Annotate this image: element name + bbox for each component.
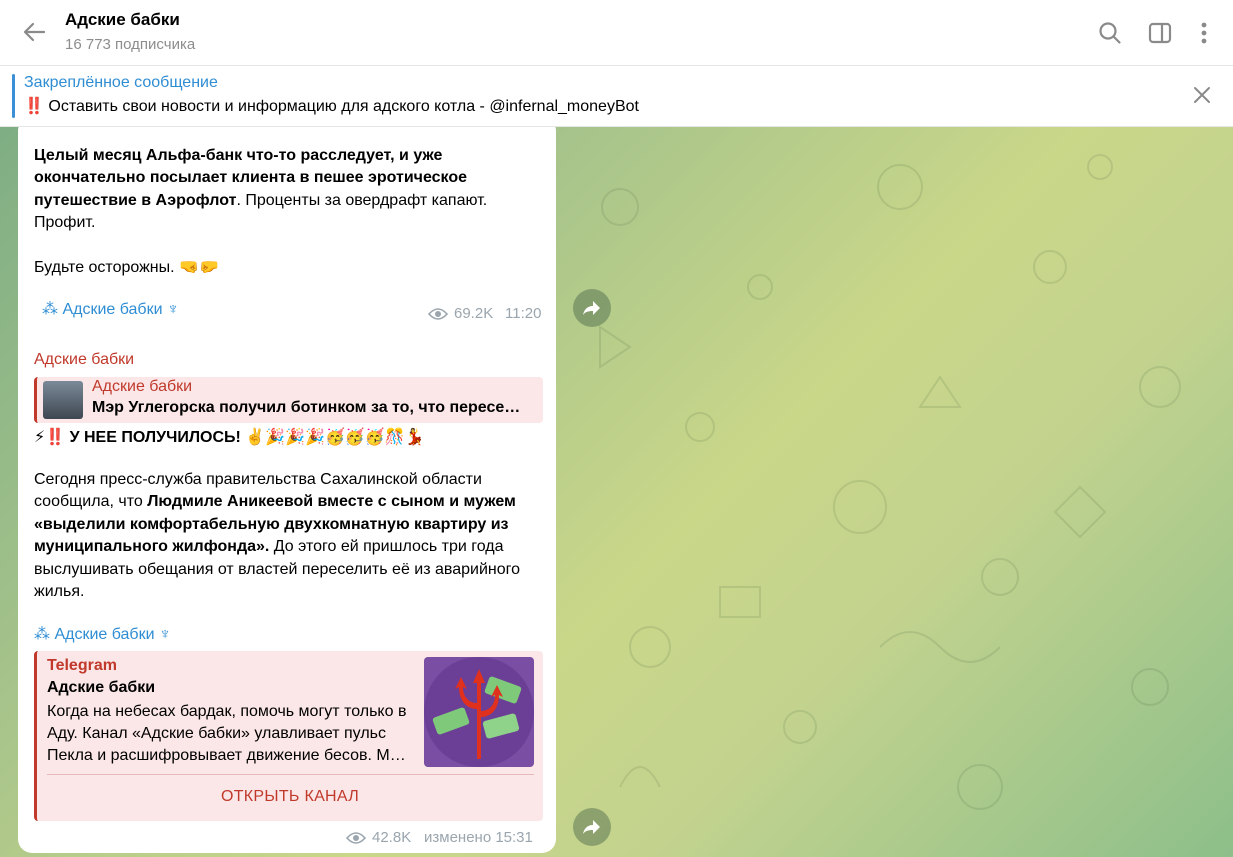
message-2-views: 42.8K <box>372 829 412 846</box>
message-2-headline: ⚡‼️ У НЕЕ ПОЛУЧИЛОСЬ! ✌️🎉🎉🎉🥳🥳🥳🎊💃 <box>34 429 425 446</box>
back-arrow-icon[interactable] <box>20 18 48 46</box>
reply-quote[interactable]: Адские бабки Мэр Углегорска получил боти… <box>34 377 543 423</box>
message-1-tail: Будьте осторожны. 🤜🤛 <box>34 259 219 277</box>
link-preview[interactable]: Telegram Адские бабки Когда на небесах б… <box>34 651 543 821</box>
message-1-views: 69.2K <box>454 305 494 322</box>
channel-title[interactable]: Адские бабки <box>65 10 180 30</box>
message-2-author[interactable]: Адские бабки <box>34 351 134 369</box>
message-2-time: изменено 15:31 <box>424 829 533 846</box>
reply-author: Адские бабки <box>92 378 193 395</box>
message-1-time: 11:20 <box>505 305 542 322</box>
chat-header: Адские бабки 16 773 подписчика <box>0 0 1233 66</box>
search-icon[interactable] <box>1097 20 1123 46</box>
reply-thumbnail <box>43 381 83 419</box>
preview-title: Адские бабки <box>47 679 156 696</box>
pinned-label: Закреплённое сообщение <box>24 74 218 91</box>
views-eye-icon <box>428 308 448 320</box>
pinned-message-bar[interactable]: Закреплённое сообщение ‼️ Оставить свои … <box>0 66 1233 127</box>
pinned-accent-line <box>12 74 15 118</box>
message-2-body: Сегодня пресс-служба правительства Сахал… <box>34 469 534 603</box>
message-1-text: Целый месяц Альфа-банк что-то расследует… <box>34 145 534 279</box>
forward-button-2[interactable] <box>573 808 611 846</box>
preview-description: Когда на небесах бардак, помочь могут то… <box>47 703 407 764</box>
message-1-signature[interactable]: ⁂ Адские бабки ♆ <box>42 299 179 319</box>
chat-background: Целый месяц Альфа-банк что-то расследует… <box>0 127 1233 857</box>
more-menu-icon[interactable] <box>1191 20 1217 46</box>
preview-site-name: Telegram <box>47 657 117 674</box>
close-icon[interactable] <box>1191 84 1213 106</box>
subscriber-count: 16 773 подписчика <box>65 36 196 53</box>
pinned-text: ‼️ Оставить свои новости и информацию дл… <box>24 98 639 115</box>
message-2-signature[interactable]: ⁂ Адские бабки ♆ <box>34 624 171 644</box>
preview-image[interactable] <box>424 657 534 767</box>
channel-logo-image <box>424 657 534 767</box>
views-eye-icon <box>346 832 366 844</box>
message-bubble-2: Адские бабки Адские бабки Мэр Углегорска… <box>18 341 556 853</box>
reply-text: Мэр Углегорска получил ботинком за то, ч… <box>92 399 521 416</box>
forward-button-1[interactable] <box>573 289 611 327</box>
forward-arrow-icon <box>583 820 600 834</box>
open-channel-button[interactable]: ОТКРЫТЬ КАНАЛ <box>37 775 543 819</box>
sidebar-toggle-icon[interactable] <box>1147 20 1173 46</box>
forward-arrow-icon <box>583 301 600 315</box>
